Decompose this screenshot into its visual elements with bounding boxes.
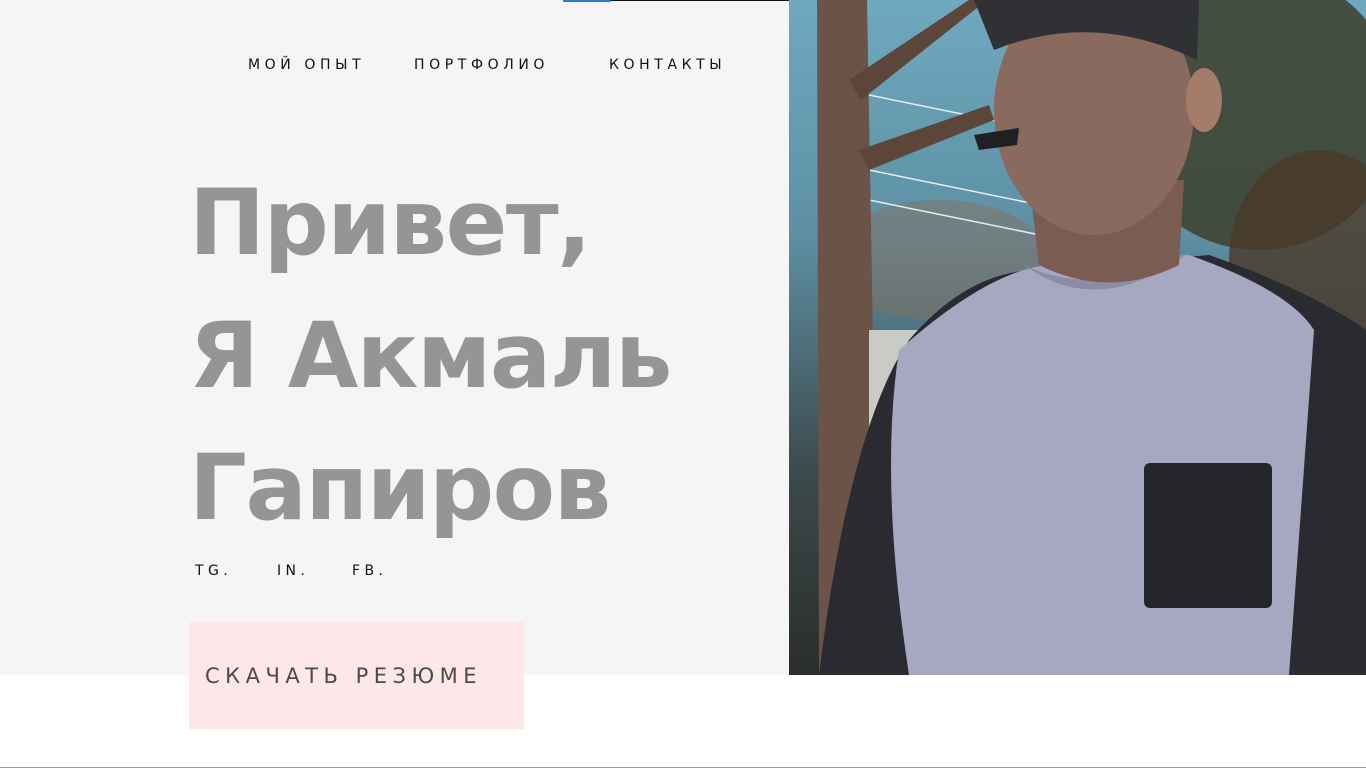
headline-greeting: Привет, [189,171,592,276]
headline-surname: Гапиров [189,436,611,541]
top-indicator-accent [563,0,611,2]
nav-link-experience[interactable]: МОЙ ОПЫТ [248,57,365,73]
social-link-instagram[interactable]: IN. [277,563,309,579]
download-resume-button[interactable]: СКАЧАТЬ РЕЗЮМЕ [189,622,524,729]
social-link-telegram[interactable]: TG. [195,563,232,579]
nav-link-contacts[interactable]: КОНТАКТЫ [609,57,726,73]
profile-photo [789,0,1366,675]
headline-name: Я Акмаль [189,304,672,409]
nav-link-portfolio[interactable]: ПОРТФОЛИО [414,57,549,73]
portrait-photo-icon [817,0,1366,675]
social-link-facebook[interactable]: FB. [352,563,387,579]
